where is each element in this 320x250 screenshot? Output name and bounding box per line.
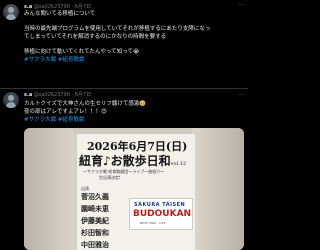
tweet-text-line: カルトクイズで大神さんの生セリフ聴けて感激🥹 <box>24 101 147 107</box>
handle-date: @sa02623790 · 6月7日 <box>33 92 92 98</box>
tweet-header: s.a @sa02623790 · 6月7日 <box>24 4 91 11</box>
logo-sub-text: NEW YORK · LIVE <box>140 221 166 225</box>
tweet-text-line: 当時の最先端プログラムを使用していてそれが移植するにあたり支障になっ <box>24 26 211 32</box>
event-poster: 2026年6月7日(日) 紐育♪お散歩日和vol.12 〜サクラ大戦 紐育歌劇団… <box>74 134 195 250</box>
tweet-photo[interactable]: 2026年6月7日(日) 紐育♪お散歩日和vol.12 〜サクラ大戦 紐育歌劇団… <box>24 128 244 250</box>
avatar[interactable] <box>3 4 19 20</box>
logo-main-text: BUDOUKAN <box>133 209 192 219</box>
display-name[interactable]: s.a <box>24 92 32 98</box>
tweet-text-line: みんな聞いてる移植について <box>24 11 96 17</box>
cast-name: 伊藤美紀 <box>81 216 109 225</box>
avatar[interactable] <box>3 92 19 108</box>
tweet-divider <box>0 88 248 89</box>
cast-name: 菅沼久義 <box>81 192 109 201</box>
photo-background <box>192 128 244 250</box>
tweet[interactable]: s.a @sa02623790 · 6月7日 ··· みんな聞いてる移植について… <box>0 0 248 88</box>
tweet[interactable]: s.a @sa02623790 · 6月7日 ··· カルトクイズで大神さんの生… <box>0 90 248 250</box>
tweet-header: s.a @sa02623790 · 6月7日 <box>24 92 91 99</box>
logo-top-text: SAKURA TAISEN <box>134 202 186 208</box>
tweet-text-line: 夜の部はアレですよアレ！！！😍 <box>24 109 107 115</box>
photo-background <box>24 128 74 250</box>
display-name[interactable]: s.a <box>24 4 32 10</box>
tweet-text-line: 移植に向けて動いてくれてたんやって知って😭 <box>24 49 140 55</box>
poster-subtitle: 生出演決定! <box>99 175 121 180</box>
tweet-text-line: てしまっていてそれを解消するのにかなりの時間を要する <box>24 34 167 40</box>
cast-name: 杉田智和 <box>81 228 109 237</box>
cast-name: 園崎未恵 <box>81 204 109 213</box>
poster-subtitle: 〜サクラ大戦 紐育歌劇団〜ライブ〜曲紹介〜 <box>83 169 165 174</box>
budoukan-logo: SAKURA TAISEN BUDOUKAN NEW YORK · LIVE <box>129 198 193 230</box>
hashtags[interactable]: #サクラ大戦 #紐育歌劇 <box>24 117 244 124</box>
poster-title: 紐育♪お散歩日和vol.12 <box>79 152 186 169</box>
poster-title-text: 紐育♪お散歩日和 <box>79 154 171 168</box>
more-options-icon[interactable]: ··· <box>238 92 244 99</box>
handle-date: @sa02623790 · 6月7日 <box>33 4 92 10</box>
poster-vol: vol.12 <box>170 161 187 167</box>
more-options-icon[interactable]: ··· <box>238 2 244 9</box>
cast-name: 中田雅治 <box>81 240 109 249</box>
hashtags[interactable]: #サクラ大戦 #紐育歌劇 <box>24 57 244 64</box>
